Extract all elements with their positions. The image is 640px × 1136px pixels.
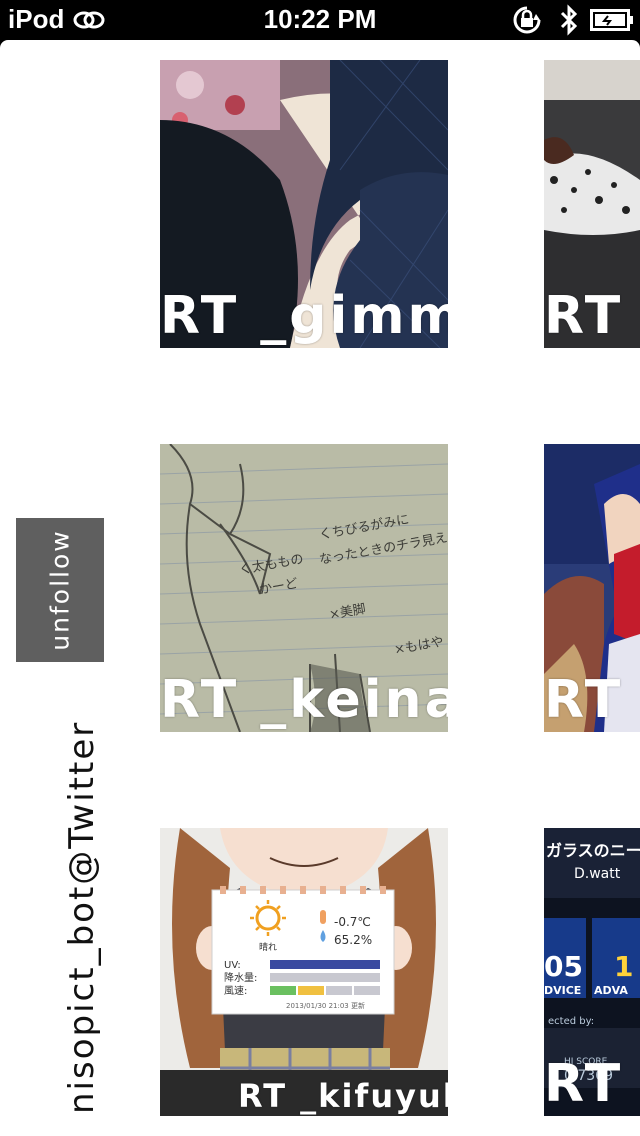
game-left-badge: DVICE [544,984,581,997]
weather-temperature: -0.7℃ [334,915,371,929]
photo-tile[interactable]: RT _gimm [160,60,448,348]
app-view: unfollow nisopict_bot@Twitter RT _gimm R… [0,40,640,1136]
game-left-number: 05 [544,950,583,983]
clock: 10:22 PM [263,4,377,34]
photo-tile[interactable]: RT _ [544,60,640,348]
status-bar: iPod 10:22 PM [0,0,640,40]
unfollow-button[interactable]: unfollow [16,518,104,662]
weather-condition: 晴れ [259,941,277,953]
rotation-lock-icon [513,6,541,34]
account-label: nisopict_bot@Twitter [62,720,102,1114]
weather-precip-label: 降水量: [224,971,257,984]
tile-caption: RT _ [544,670,640,730]
game-footer: ected by: [548,1016,594,1027]
unfollow-label: unfollow [45,529,75,651]
game-right-number: 1 [614,950,633,983]
game-title: ガラスのニーソ [546,841,640,860]
battery-icon [590,9,633,31]
weather-humidity: 65.2% [334,933,372,947]
tile-caption: RT _kifuyuki [238,1077,448,1115]
photo-tile[interactable]: RT _ [544,444,640,732]
bluetooth-icon [560,4,578,36]
weather-wind-label: 風速: [224,985,247,997]
tile-caption: RT _gimm [160,286,448,346]
tile-caption: RT _keina( [160,670,448,730]
weather-uv-label: UV: [224,960,241,971]
photo-tile[interactable]: くちびるがみに なったときのチラ見え く太ももの かーど ×美脚 ×もはや RT… [160,444,448,732]
tile-caption: RT _ [544,1054,640,1114]
weather-updated: 2013/01/30 21:03 更新 [286,1001,365,1010]
photo-tile[interactable]: ガラスのニーソ D.watt 05 1 DVICE ADVA ected by:… [544,828,640,1116]
game-right-badge: ADVA [594,984,628,997]
photo-tile[interactable]: 晴れ -0.7℃ 65.2% UV: 降水量: 風速: 2013/01/30 2… [160,828,448,1116]
tile-caption: RT _ [544,286,640,346]
game-subtitle: D.watt [574,866,621,882]
